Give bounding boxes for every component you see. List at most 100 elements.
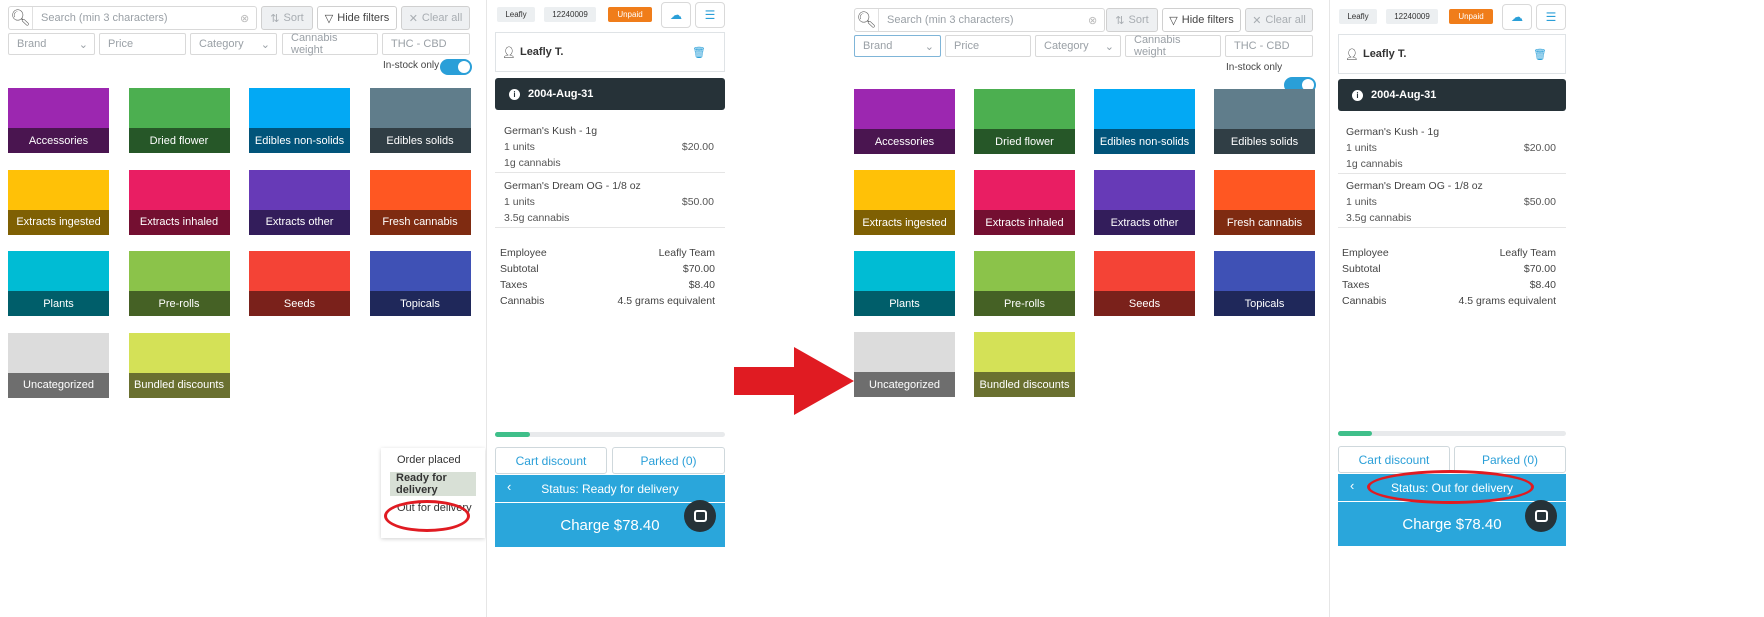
- category-tile[interactable]: Extracts ingested: [8, 169, 109, 235]
- category-tile[interactable]: Bundled discounts: [128, 332, 230, 398]
- sort-button[interactable]: ⇅ Sort: [261, 6, 313, 30]
- category-tile[interactable]: Edibles non-solids: [1094, 89, 1195, 154]
- chevron-down-icon: ⌄: [1104, 40, 1114, 53]
- menu-item-order-placed[interactable]: Order placed: [381, 448, 485, 472]
- brand-filter[interactable]: Brand ⌄: [854, 35, 941, 57]
- category-tile[interactable]: Pre-rolls: [974, 251, 1075, 316]
- category-tile[interactable]: Extracts other: [1094, 170, 1195, 235]
- line-item[interactable]: German's Kush - 1g 1 units $20.00 1g cann…: [1346, 124, 1556, 172]
- category-tile[interactable]: Plants: [8, 251, 109, 316]
- summary-label: Taxes: [500, 279, 528, 291]
- category-tile[interactable]: Pre-rolls: [128, 251, 230, 316]
- item-price: $20.00: [1523, 142, 1556, 154]
- menu-item-ready-for-delivery[interactable]: Ready for delivery: [390, 472, 476, 496]
- weight-label: Cannabis weight: [291, 32, 338, 56]
- category-tile[interactable]: Uncategorized: [8, 332, 109, 398]
- cannabis-weight-filter[interactable]: Cannabis weight: [1125, 34, 1221, 58]
- category-filter[interactable]: Category ⌄: [190, 33, 277, 55]
- category-tile[interactable]: Edibles solids: [1214, 89, 1315, 154]
- category-tile[interactable]: Topicals: [1214, 251, 1315, 316]
- customer-box[interactable]: 👤︎ Leafly T. 🗑︎: [495, 32, 725, 72]
- clear-all-button[interactable]: ✕ Clear all: [401, 6, 470, 30]
- category-tile[interactable]: Topicals: [369, 251, 471, 316]
- chevron-left-icon[interactable]: ‹: [1350, 478, 1354, 493]
- price-filter[interactable]: Price: [99, 33, 186, 55]
- order-progress: [495, 432, 725, 437]
- category-label: Pre-rolls: [974, 291, 1075, 316]
- sort-button[interactable]: ⇅ Sort: [1106, 8, 1158, 32]
- category-tile[interactable]: Accessories: [854, 89, 955, 154]
- item-note: 1g cannabis: [504, 157, 561, 169]
- category-label: Seeds: [1094, 291, 1195, 316]
- summary-value: Leafly Team: [658, 247, 715, 259]
- order-date: 2004-Aug-31: [528, 88, 594, 100]
- category-tile[interactable]: Uncategorized: [854, 332, 955, 397]
- summary-label: Employee: [1342, 247, 1389, 259]
- category-tile[interactable]: Accessories: [8, 88, 109, 153]
- item-qty: 1 units: [504, 141, 535, 153]
- category-tile[interactable]: Edibles solids: [369, 88, 471, 153]
- category-label: Topicals: [369, 291, 471, 316]
- category-tile[interactable]: Extracts inhaled: [974, 170, 1075, 235]
- clear-search-icon[interactable]: ⊗: [1088, 14, 1104, 27]
- chevron-left-icon[interactable]: ‹: [507, 479, 511, 494]
- list-icon[interactable]: ☰: [1536, 4, 1566, 30]
- status-button[interactable]: ‹ Status: Ready for delivery: [495, 475, 725, 502]
- category-tile[interactable]: Dried flower: [128, 88, 230, 153]
- category-label: Uncategorized: [8, 372, 109, 398]
- category-label: Edibles non-solids: [249, 128, 350, 153]
- hide-filters-button[interactable]: ▽ Hide filters: [317, 6, 397, 30]
- line-item[interactable]: German's Dream OG - 1/8 oz 1 units $50.00…: [504, 178, 714, 226]
- category-label: Topicals: [1214, 291, 1315, 316]
- cloud-upload-icon[interactable]: ☁: [1502, 4, 1532, 30]
- category-tile[interactable]: Seeds: [249, 251, 350, 316]
- line-item[interactable]: German's Kush - 1g 1 units $20.00 1g cann…: [504, 123, 714, 171]
- category-tile[interactable]: Plants: [854, 251, 955, 316]
- price-label: Price: [954, 40, 980, 52]
- list-icon[interactable]: ☰: [695, 2, 725, 28]
- clear-all-button[interactable]: ✕ Clear all: [1245, 8, 1313, 32]
- item-qty: 1 units: [1346, 196, 1377, 208]
- category-label: Dried flower: [974, 129, 1075, 154]
- brand-filter[interactable]: Brand ⌄: [8, 33, 95, 55]
- customer-box[interactable]: 👤︎ Leafly T. 🗑︎: [1338, 34, 1566, 74]
- chat-icon[interactable]: [1525, 500, 1557, 532]
- thc-cbd-filter[interactable]: THC - CBD: [382, 33, 470, 55]
- hide-filters-button[interactable]: ▽ Hide filters: [1162, 8, 1241, 32]
- user-icon: 👤︎: [1345, 48, 1359, 61]
- category-tile[interactable]: Seeds: [1094, 251, 1195, 316]
- category-label: Edibles solids: [369, 128, 471, 153]
- item-name: German's Kush - 1g: [504, 125, 598, 137]
- clear-search-icon[interactable]: ⊗: [240, 12, 256, 25]
- summary-label: Subtotal: [1342, 263, 1381, 275]
- category-tile[interactable]: Fresh cannabis: [1214, 170, 1315, 235]
- category-tile[interactable]: Extracts inhaled: [128, 169, 230, 235]
- line-item[interactable]: German's Dream OG - 1/8 oz 1 units $50.00…: [1346, 178, 1556, 226]
- category-label: Plants: [854, 291, 955, 316]
- search-input[interactable]: 🔍︎ Search (min 3 characters) ⊗: [854, 8, 1105, 32]
- price-filter[interactable]: Price: [945, 35, 1031, 57]
- thc-cbd-filter[interactable]: THC - CBD: [1225, 35, 1313, 57]
- hide-filters-label: Hide filters: [1181, 14, 1234, 26]
- thc-label: THC - CBD: [1234, 40, 1290, 52]
- category-tile[interactable]: Edibles non-solids: [249, 88, 350, 153]
- clear-all-label: Clear all: [421, 12, 463, 24]
- trash-icon[interactable]: 🗑︎: [1533, 48, 1547, 61]
- category-tile[interactable]: Bundled discounts: [974, 332, 1075, 397]
- instock-toggle[interactable]: [440, 59, 472, 75]
- category-tile[interactable]: Extracts other: [249, 169, 350, 235]
- chat-icon[interactable]: [684, 500, 716, 532]
- sort-icon: ⇅: [1115, 14, 1125, 27]
- category-tile[interactable]: Dried flower: [974, 89, 1075, 154]
- category-tile[interactable]: Extracts ingested: [854, 170, 955, 235]
- cloud-upload-icon[interactable]: ☁: [661, 2, 691, 28]
- cannabis-weight-filter[interactable]: Cannabis weight: [282, 32, 378, 56]
- category-tile[interactable]: Fresh cannabis: [369, 169, 471, 235]
- category-filter[interactable]: Category ⌄: [1035, 35, 1121, 57]
- parked-button[interactable]: Parked (0): [612, 447, 725, 474]
- search-input[interactable]: 🔍︎ Search (min 3 characters) ⊗: [8, 6, 257, 30]
- parked-button[interactable]: Parked (0): [1454, 446, 1566, 473]
- trash-icon[interactable]: 🗑︎: [692, 46, 706, 59]
- cart-discount-button[interactable]: Cart discount: [495, 447, 607, 474]
- cart-discount-button[interactable]: Cart discount: [1338, 446, 1450, 473]
